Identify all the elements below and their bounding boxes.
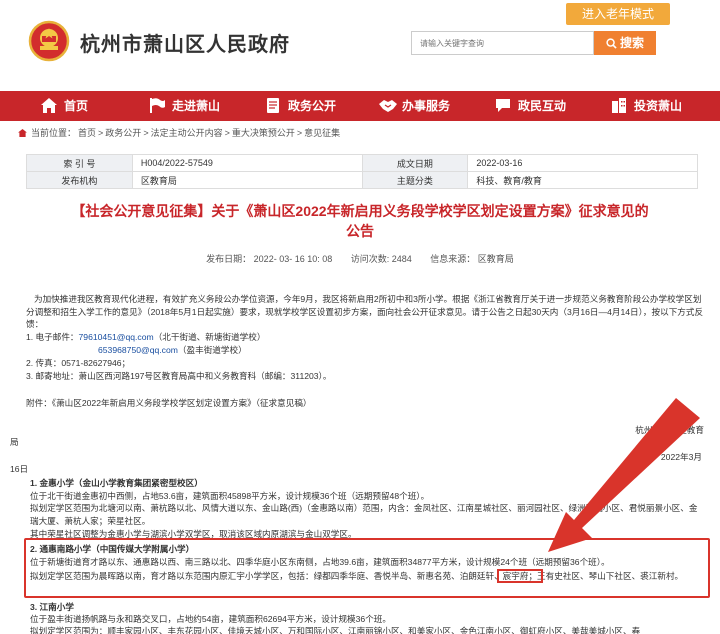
breadcrumb-separator: > — [98, 128, 104, 138]
nav-label: 投资萧山 — [634, 99, 683, 113]
elder-mode-button[interactable]: 进入老年模式 — [566, 3, 670, 25]
publisher-label: 发布机构 — [26, 171, 133, 189]
title-line-2: 公告 — [346, 223, 374, 239]
title-line-1: 【社会公开意见征集】关于《萧山区2022年新启用义务段学校学区划定设置方案》征求… — [71, 203, 649, 219]
document-info-table: 索 引 号 H004/2022-57549 成文日期 2022-03-16 发布… — [26, 154, 698, 189]
document-title: 【社会公开意见征集】关于《萧山区2022年新启用义务段学校学区划定设置方案》征求… — [40, 201, 680, 241]
contact-mail: 3. 邮寄地址：萧山区西河路197号区教育局高中和义务教育科（邮编：311203… — [26, 371, 332, 381]
index-number-value: H004/2022-57549 — [131, 154, 363, 172]
highlight-small-box — [497, 569, 543, 583]
topic-value: 科技、教育/教育 — [467, 171, 698, 189]
breadcrumb-prefix: 当前位置： — [31, 128, 77, 138]
national-emblem-icon — [28, 20, 70, 62]
nav-label: 走进萧山 — [172, 99, 221, 113]
sign-ju: 局 — [10, 437, 19, 447]
document-meta: 发布日期： 2022- 03- 16 10: 08 访问次数: 2484 信息来… — [0, 252, 720, 265]
nav-label: 首页 — [64, 99, 89, 113]
publisher-value: 区教育局 — [131, 171, 363, 189]
breadcrumb-separator: > — [224, 128, 230, 138]
search-button-label: 搜索 — [619, 36, 644, 50]
breadcrumb: 当前位置： 首页 > 政务公开 > 法定主动公开内容 > 重大决策预公开 > 意见征集 — [18, 126, 342, 139]
attachment[interactable]: 附件：《萧山区2022年新启用义务段学校学区划定设置方案》（征求意见稿） — [26, 397, 706, 410]
sign-org: 杭州市萧山区教育 — [635, 425, 704, 435]
chat-icon — [496, 99, 510, 112]
email-link-2[interactable]: 653968750@qq.com — [98, 345, 178, 355]
school-1-area: 拟划定学区范围为北塘河以南、萧杭路以北、风情大道以东、金山路(西)（金惠路以南）… — [30, 503, 698, 526]
email-link[interactable]: 79610451@qq.com — [79, 332, 154, 342]
contact-email-2: 653968750@qq.com（盈丰街道学校） — [98, 344, 720, 357]
email-suffix-2: （盈丰街道学校） — [177, 345, 247, 355]
sign-day: 16日 — [10, 464, 29, 474]
school-3-area: 拟划定学区范围为：顺丰家园小区、丰东花园小区、佳境天城小区、万和国际小区、江南丽… — [30, 626, 641, 634]
table-row: 发布机构 区教育局 主题分类 科技、教育/教育 — [26, 171, 698, 189]
nav-label: 办事服务 — [402, 99, 451, 113]
publish-time: 发布日期： 2022- 03- 16 10: 08 — [206, 254, 333, 264]
breadcrumb-separator: > — [143, 128, 149, 138]
flag-icon — [150, 98, 165, 113]
intro-paragraph: 为加快推进我区教育现代化进程，有效扩充义务段公办学位资源，今年9月，我区将新启用… — [26, 293, 706, 331]
info-source: 信息来源： 区教育局 — [430, 254, 514, 264]
contact-fax: 2. 传真：0571-82627946； — [26, 358, 131, 368]
breadcrumb-item[interactable]: 意见征集 — [304, 128, 340, 138]
table-row: 索 引 号 H004/2022-57549 成文日期 2022-03-16 — [26, 154, 698, 172]
contact-email: 1. 电子邮件：79610451@qq.com（北干街道、新塘街道学校） — [26, 331, 706, 344]
breadcrumb-item[interactable]: 重大决策预公开 — [232, 128, 295, 138]
school-3-desc: 位于盈丰街道扬帆路与永和路交叉口，占地约54亩，建筑面积62694平方米，设计规… — [30, 614, 391, 624]
site-header: 杭州市萧山区人民政府 进入老年模式 搜索 — [0, 0, 720, 90]
site-title[interactable]: 杭州市萧山区人民政府 — [80, 28, 290, 57]
search-button[interactable]: 搜索 — [594, 31, 656, 55]
nav-label: 政民互动 — [518, 99, 567, 113]
handshake-icon — [379, 100, 397, 112]
view-count: 访问次数: 2484 — [350, 254, 412, 264]
breadcrumb-item[interactable]: 法定主动公开内容 — [151, 128, 223, 138]
building-icon — [612, 98, 626, 113]
index-number-label: 索 引 号 — [26, 154, 133, 172]
breadcrumb-separator: > — [296, 128, 303, 138]
nav-label: 政务公开 — [288, 99, 337, 113]
school-1-desc: 位于北干街道金惠初中西侧，占地53.6亩，建筑面积45898平方米，设计规模36… — [30, 491, 430, 501]
main-nav: 首页 走进萧山 政务公开 办事服务 政民互动 投资萧山 — [0, 91, 720, 121]
document-icon — [267, 98, 279, 113]
breadcrumb-item[interactable]: 首页 — [78, 128, 96, 138]
school-1-title: 1. 金惠小学（金山小学教育集团紧密型校区） — [30, 478, 203, 488]
school-3-title: 3. 江南小学 — [30, 602, 74, 612]
email-prefix: 1. 电子邮件： — [26, 332, 79, 342]
search-icon — [606, 38, 617, 49]
breadcrumb-item[interactable]: 政务公开 — [105, 128, 141, 138]
doc-date-value: 2022-03-16 — [467, 154, 698, 172]
location-icon — [18, 129, 27, 137]
email-suffix: （北干街道、新塘街道学校） — [153, 332, 266, 342]
intro-text: 为加快推进我区教育现代化进程，有效扩充义务段公办学位资源，今年9月，我区将新启用… — [26, 294, 704, 329]
sign-date: 2022年3月 — [660, 452, 702, 462]
highlight-box — [24, 538, 710, 598]
topic-label: 主题分类 — [361, 171, 469, 189]
doc-date-label: 成文日期 — [361, 154, 469, 172]
home-icon — [41, 98, 57, 113]
search-input[interactable] — [411, 31, 594, 55]
